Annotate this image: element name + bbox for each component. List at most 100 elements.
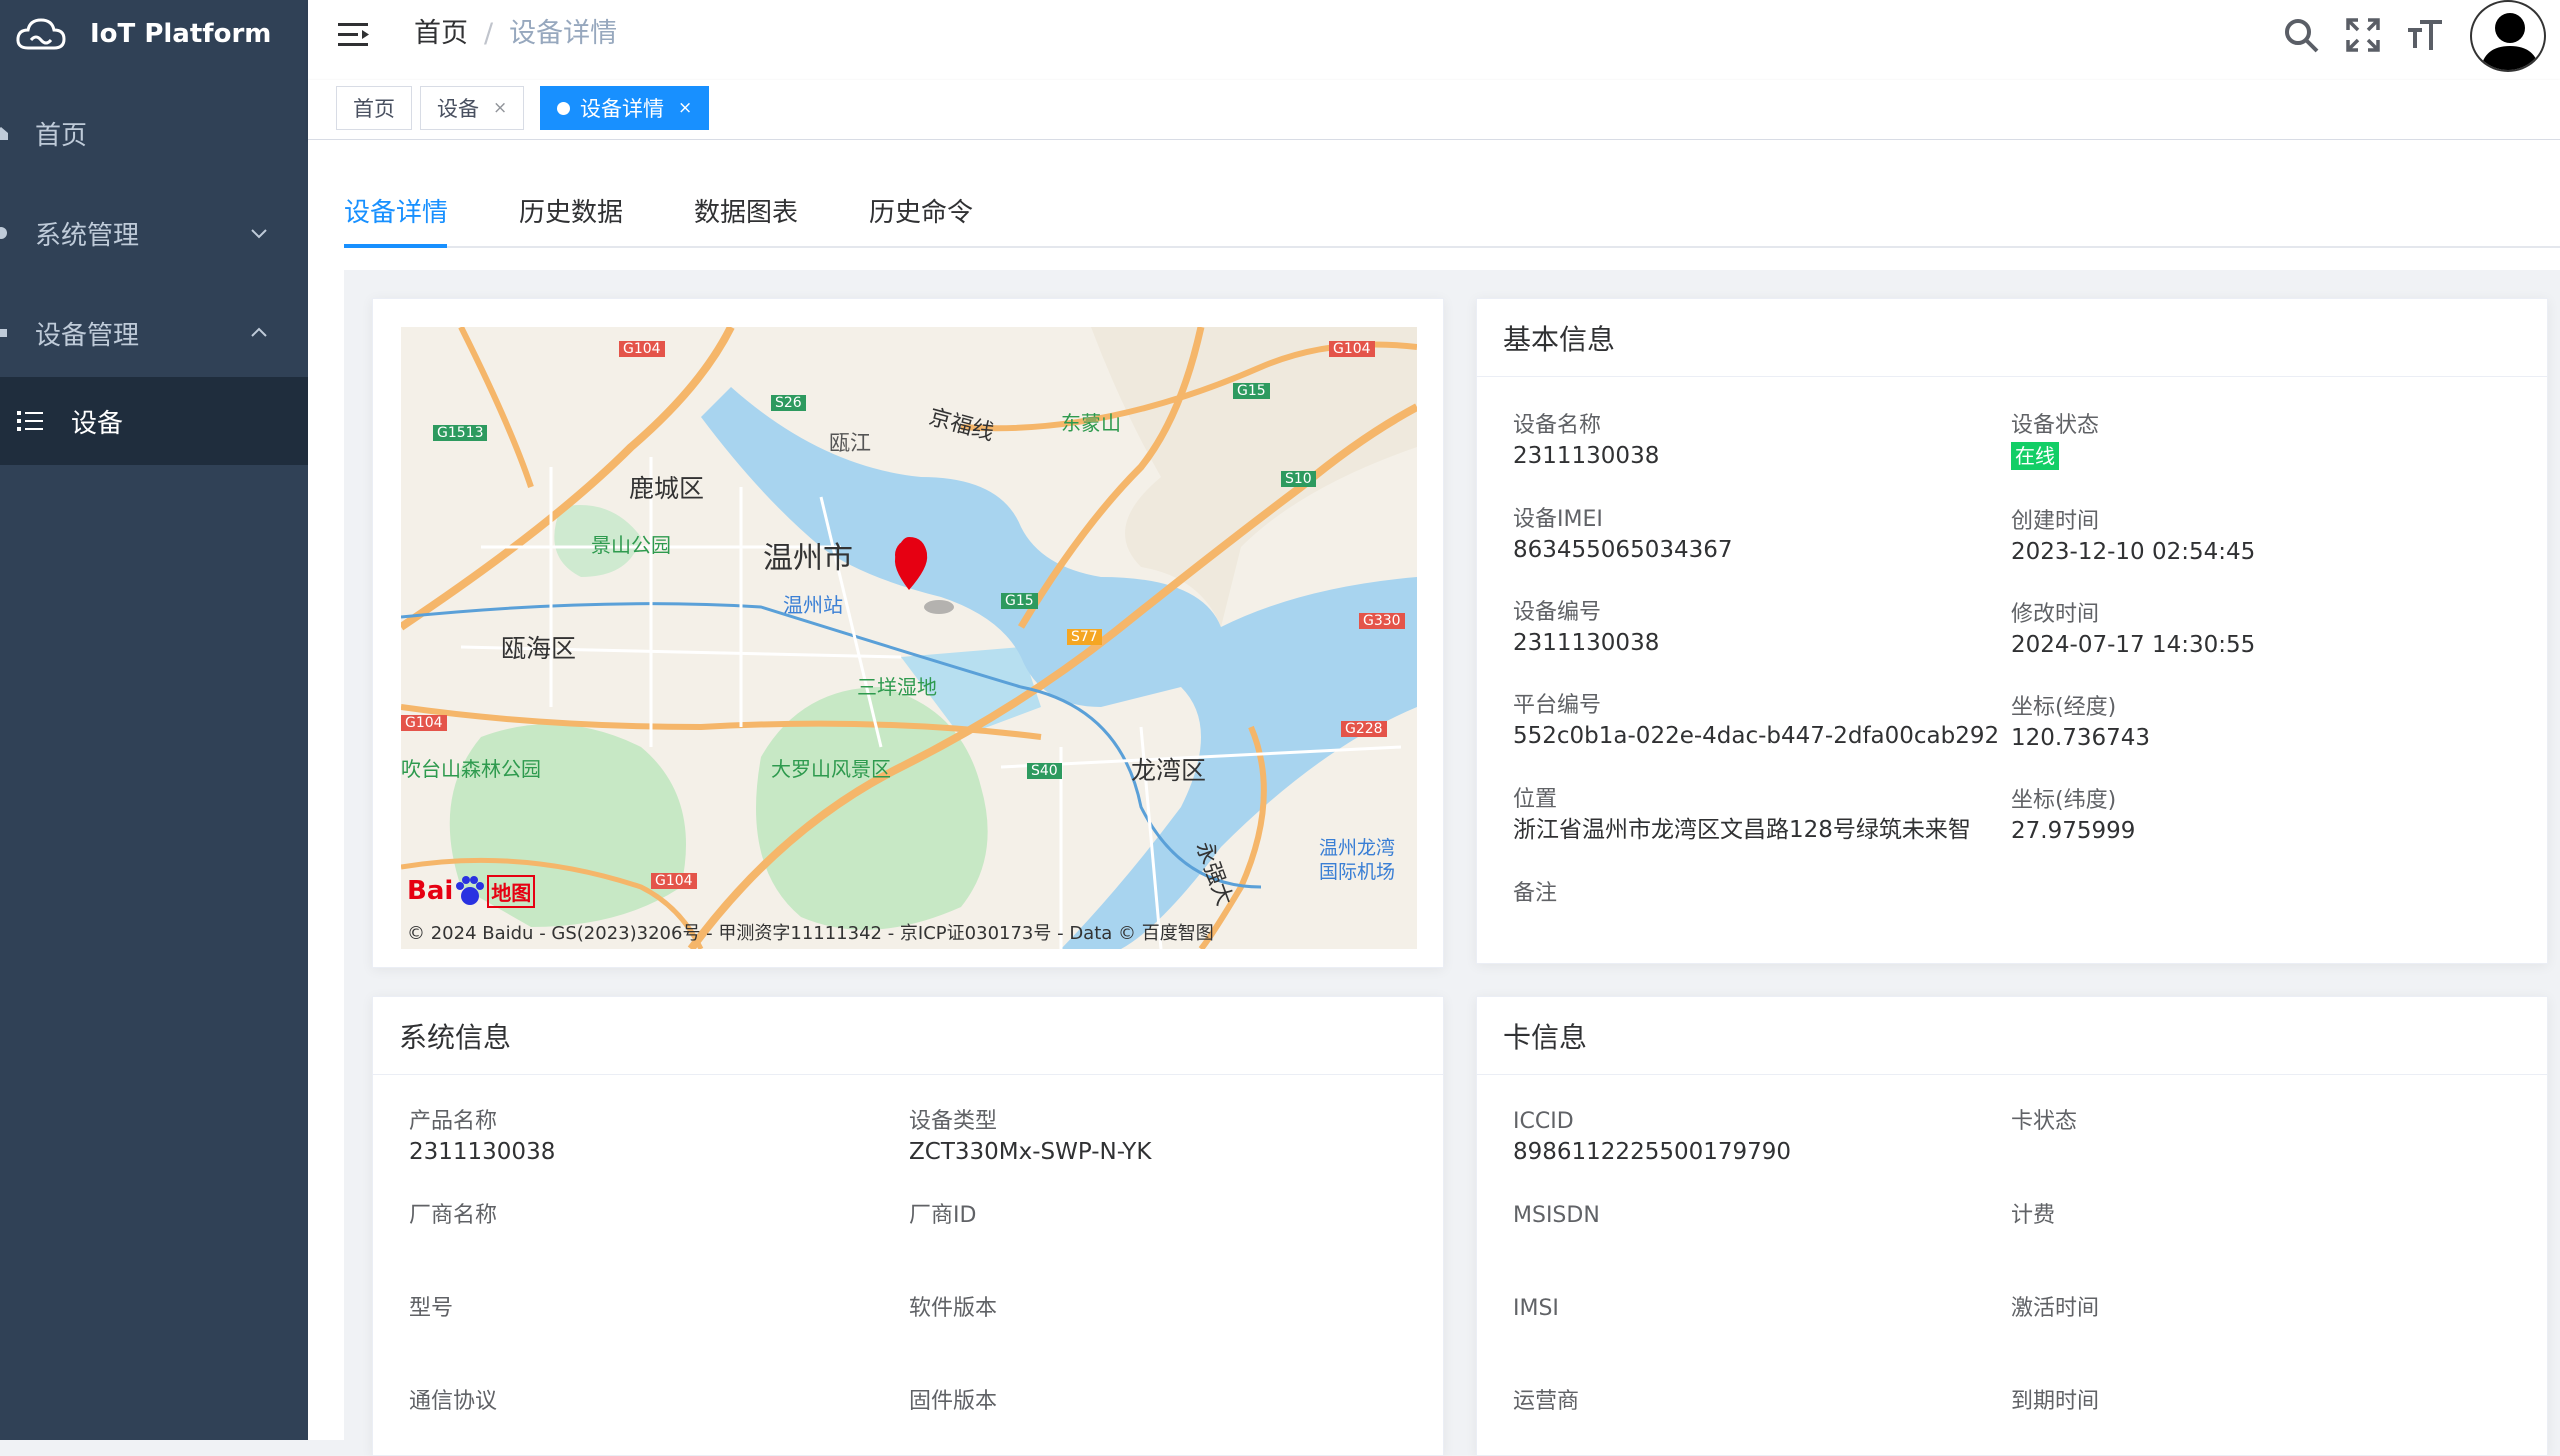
map-label-poi: 三垟湿地 — [857, 675, 937, 699]
breadcrumb: 首页 / 设备详情 — [414, 16, 617, 52]
tags-view: 首页 设备 × 设备详情 × — [308, 80, 2560, 140]
user-avatar[interactable] — [2470, 0, 2546, 72]
sidebar-item-devices[interactable]: 设备 — [0, 377, 308, 465]
field-device-code: 设备编号 2311130038 — [1513, 598, 1659, 658]
field-label: 通信协议 — [409, 1389, 498, 1414]
sidebar: IoT Platform 首页 系统管理 设备管理 设备 — [0, 0, 308, 1440]
main-content: 设备详情 历史数据 数据图表 历史命令 温州市 鹿城区 瓯海区 龙湾区 瓯江 京… — [308, 140, 2560, 1456]
sidebar-item-system[interactable]: 系统管理 — [0, 183, 308, 283]
field-label: 创建时间 — [2011, 509, 2100, 534]
field-software-version: 软件版本 — [909, 1294, 997, 1324]
field-label: 设备状态 — [2011, 413, 2100, 438]
field-protocol: 通信协议 — [409, 1387, 497, 1417]
hamburger-icon[interactable] — [338, 20, 372, 50]
chevron-up-icon — [251, 327, 267, 337]
sidebar-item-label: 设备管理 — [35, 320, 140, 351]
field-label: 激活时间 — [2011, 1296, 2100, 1321]
tag-home[interactable]: 首页 — [336, 86, 412, 130]
tab-data-chart[interactable]: 数据图表 — [694, 192, 798, 229]
field-label: 产品名称 — [409, 1109, 498, 1134]
road-shield: G1513 — [433, 425, 488, 441]
field-longitude: 坐标(经度) 120.736743 — [2011, 693, 2150, 753]
sidebar-item-home[interactable]: 首页 — [0, 83, 308, 183]
tab-device-detail[interactable]: 设备详情 — [344, 192, 448, 229]
field-iccid: ICCID 89861122255001797​90 — [1513, 1107, 1791, 1167]
map-card: 温州市 鹿城区 瓯海区 龙湾区 瓯江 京福线 东蒙山 景山公园 温州站 三垟湿地… — [372, 298, 1444, 968]
sidebar-item-label: 首页 — [35, 120, 88, 151]
device-map[interactable]: 温州市 鹿城区 瓯海区 龙湾区 瓯江 京福线 东蒙山 景山公园 温州站 三垟湿地… — [401, 327, 1417, 949]
baidu-logo-text: Bai — [407, 876, 454, 906]
field-label: 设备名称 — [1513, 413, 1602, 438]
map-copyright: © 2024 Baidu - GS(2023)3206号 - 甲测资字11111… — [407, 923, 1214, 944]
navbar: 首页 / 设备详情 — [308, 0, 2560, 80]
field-vendor-id: 厂商ID — [909, 1201, 976, 1231]
breadcrumb-home[interactable]: 首页 — [414, 18, 468, 49]
baidu-logo-map-text: 地图 — [487, 874, 536, 908]
fullscreen-icon[interactable] — [2344, 16, 2382, 54]
app-logo[interactable]: IoT Platform — [14, 10, 271, 58]
field-vendor-name: 厂商名称 — [409, 1201, 497, 1231]
paw-icon — [456, 876, 485, 905]
road-shield: S26 — [771, 395, 806, 411]
tab-content: 温州市 鹿城区 瓯海区 龙湾区 瓯江 京福线 东蒙山 景山公园 温州站 三垟湿地… — [344, 270, 2560, 1456]
tag-device-detail[interactable]: 设备详情 × — [540, 86, 710, 130]
field-platform-id: 平台编号 552c0b1a-022e-4dac-b447-2dfa00cab29… — [1513, 691, 1999, 751]
field-label: 运营商 — [1513, 1389, 1580, 1414]
close-icon[interactable]: × — [493, 98, 507, 118]
road-shield: G104 — [1329, 341, 1375, 357]
baidu-logo: Bai 地图 — [407, 871, 536, 911]
chevron-down-icon — [251, 229, 267, 239]
field-label: 坐标(纬度) — [2011, 788, 2117, 813]
basic-info-card: 基本信息 设备名称 2311130038 设备状态 在线 设备IMEI 8634… — [1476, 298, 2548, 964]
home-icon — [0, 127, 8, 140]
app-title: IoT Platform — [90, 19, 272, 49]
sidebar-item-device-management[interactable]: 设备管理 — [0, 283, 308, 383]
field-label: 修改时间 — [2011, 602, 2100, 627]
road-shield: G228 — [1341, 721, 1387, 737]
map-label-station: 温州站 — [783, 593, 843, 617]
field-msisdn: MSISDN — [1513, 1201, 1600, 1231]
road-shield: S10 — [1281, 471, 1316, 487]
field-modified: 修改时间 2024-07-17 14:30:55 — [2011, 600, 2255, 660]
close-icon[interactable]: × — [678, 98, 692, 118]
field-value: 2311130038 — [1513, 443, 1660, 469]
map-label-poi: 东蒙山 — [1061, 411, 1121, 435]
field-device-status: 设备状态 在线 — [2011, 411, 2099, 471]
tab-history-data[interactable]: 历史数据 — [519, 192, 623, 229]
field-value: 2023-12-10 02:54:45 — [2011, 539, 2256, 565]
road-shield: S77 — [1067, 629, 1102, 645]
map-label-district: 鹿城区 — [629, 474, 705, 503]
field-label: 计费 — [2011, 1203, 2056, 1228]
field-label: 厂商名称 — [409, 1203, 498, 1228]
field-label: ICCID — [1513, 1109, 1574, 1134]
field-product-name: 产品名称 2311130038 — [409, 1107, 555, 1167]
field-device-name: 设备名称 2311130038 — [1513, 411, 1659, 471]
map-label-airport: 国际机场 — [1319, 861, 1396, 883]
field-firmware-version: 固件版本 — [909, 1387, 997, 1417]
card-title: 卡信息 — [1477, 997, 2547, 1075]
card-title: 系统信息 — [373, 997, 1443, 1075]
road-shield: S40 — [1027, 763, 1062, 779]
field-device-type: 设备类型 ZCT330Mx-SWP-N-YK — [909, 1107, 1151, 1167]
field-label: 软件版本 — [909, 1296, 998, 1321]
map-label-river: 瓯江 — [829, 431, 871, 455]
map-label-poi: 景山公园 — [591, 533, 671, 557]
field-value: 863455065034367 — [1513, 537, 1733, 563]
field-label: 平台编号 — [1513, 693, 1602, 718]
field-label: 固件版本 — [909, 1389, 998, 1414]
field-value: 120.736743 — [2011, 725, 2151, 751]
tag-devices[interactable]: 设备 × — [420, 86, 525, 130]
field-value: 2311130038 — [409, 1139, 556, 1165]
active-dot — [557, 101, 570, 115]
search-icon[interactable] — [2282, 16, 2320, 54]
field-card-status: 卡状态 — [2011, 1107, 2077, 1137]
field-value: 552c0b1a-022e-4dac-b447-2dfa00cab292 — [1513, 723, 2000, 749]
road-shield: G330 — [1359, 613, 1405, 629]
field-remark: 备注 — [1513, 879, 1557, 909]
field-label: 备注 — [1513, 881, 1558, 906]
map-label-district: 龙湾区 — [1131, 756, 1207, 785]
font-size-icon[interactable] — [2406, 16, 2444, 54]
user-icon — [2480, 13, 2540, 70]
cloud-icon — [16, 18, 66, 50]
tab-history-commands[interactable]: 历史命令 — [869, 192, 973, 229]
